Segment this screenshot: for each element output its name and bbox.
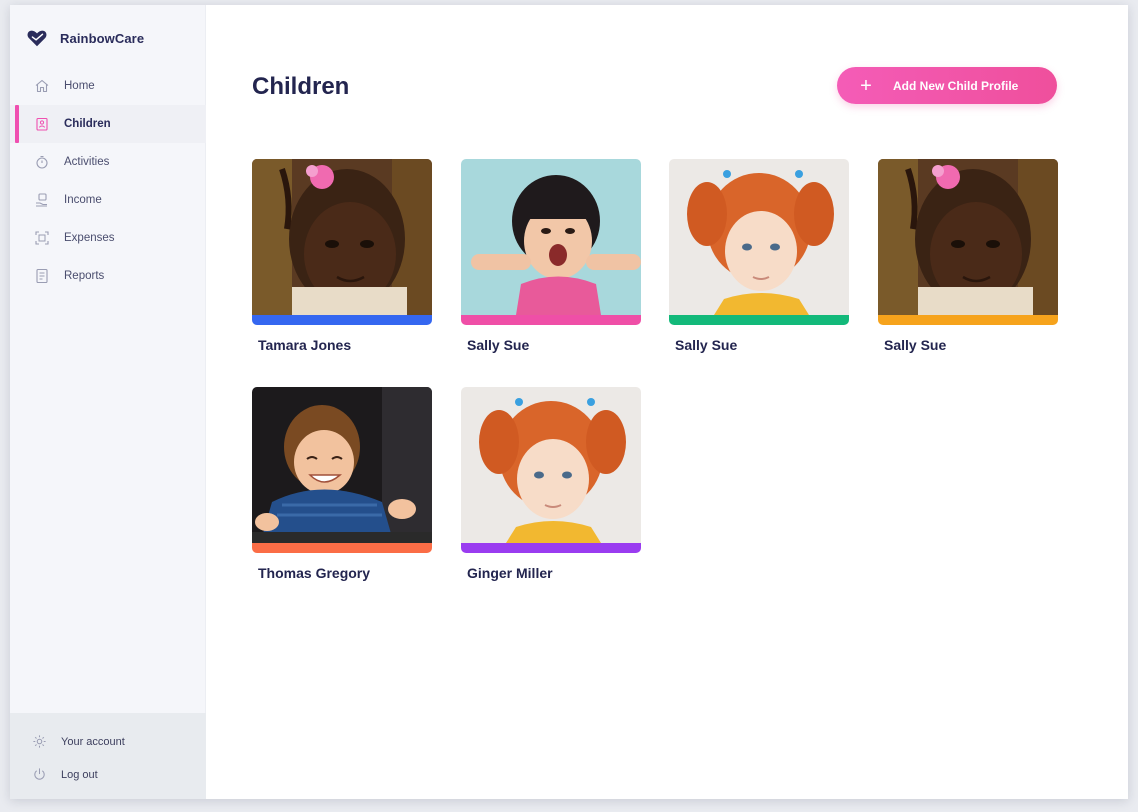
child-card[interactable]: Sally Sue (669, 159, 849, 353)
brand[interactable]: RainbowCare (26, 27, 144, 49)
child-name: Sally Sue (884, 337, 947, 353)
child-photo (252, 387, 432, 553)
document-icon (34, 268, 50, 284)
sidebar-item-activities[interactable]: Activities (10, 143, 206, 181)
child-photo (669, 159, 849, 325)
heart-logo-icon (27, 30, 47, 47)
child-card[interactable]: Tamara Jones (252, 159, 432, 353)
account-section: Your account Log out (10, 713, 206, 799)
color-bar (461, 543, 641, 553)
toddler-blue-sweater-photo (252, 387, 432, 543)
child-photo (252, 159, 432, 325)
log-out-link[interactable]: Log out (32, 767, 98, 782)
color-bar (252, 543, 432, 553)
sidebar-item-expenses[interactable]: Expenses (10, 219, 206, 257)
child-photo (878, 159, 1058, 325)
girl-pink-bow-photo (252, 159, 432, 315)
receipt-icon (34, 230, 50, 246)
sidebar-nav: Home Children Activities Income Expenses… (10, 67, 206, 295)
sidebar: RainbowCare Home Children Activities Inc… (10, 5, 206, 799)
sidebar-item-label: Children (64, 118, 111, 130)
sidebar-item-label: Home (64, 80, 95, 92)
child-name: Sally Sue (675, 337, 738, 353)
brand-name: RainbowCare (60, 30, 145, 46)
child-card[interactable]: Ginger Miller (461, 387, 641, 581)
app-window: RainbowCare Home Children Activities Inc… (10, 5, 1128, 799)
sidebar-item-label: Activities (64, 156, 110, 168)
child-photo (461, 159, 641, 325)
timer-icon (34, 154, 50, 170)
sidebar-item-home[interactable]: Home (10, 67, 206, 105)
color-bar (252, 315, 432, 325)
your-account-label: Your account (61, 735, 125, 748)
your-account-link[interactable]: Your account (32, 734, 125, 749)
child-name: Thomas Gregory (258, 565, 371, 581)
sidebar-item-income[interactable]: Income (10, 181, 206, 219)
color-bar (878, 315, 1058, 325)
child-card[interactable]: Thomas Gregory (252, 387, 432, 581)
child-name: Tamara Jones (258, 337, 352, 353)
sidebar-item-reports[interactable]: Reports (10, 257, 206, 295)
plus-icon: + (860, 74, 872, 97)
home-icon (34, 78, 50, 94)
add-child-profile-button[interactable]: + Add New Child Profile (837, 67, 1057, 104)
log-out-label: Log out (61, 768, 98, 781)
sidebar-item-label: Expenses (64, 232, 115, 244)
power-icon (34, 768, 45, 780)
sidebar-item-label: Reports (64, 270, 105, 282)
child-card[interactable]: Sally Sue (461, 159, 641, 353)
sidebar-item-label: Income (64, 194, 102, 206)
girl-pink-bow-photo (878, 159, 1058, 315)
color-bar (461, 315, 641, 325)
color-bar (669, 315, 849, 325)
girl-funny-face-photo (461, 159, 641, 315)
gear-icon (33, 735, 46, 748)
child-photo (461, 387, 641, 553)
redhead-girl-photo (461, 387, 641, 543)
redhead-girl-photo (669, 159, 849, 315)
page-title: Children (252, 73, 350, 100)
sidebar-item-children[interactable]: Children (10, 105, 206, 143)
add-child-profile-label: Add New Child Profile (893, 78, 1019, 93)
child-card[interactable]: Sally Sue (878, 159, 1058, 353)
income-icon (34, 192, 50, 208)
child-name: Sally Sue (467, 337, 530, 353)
children-icon (34, 116, 50, 132)
child-name: Ginger Miller (467, 565, 553, 581)
